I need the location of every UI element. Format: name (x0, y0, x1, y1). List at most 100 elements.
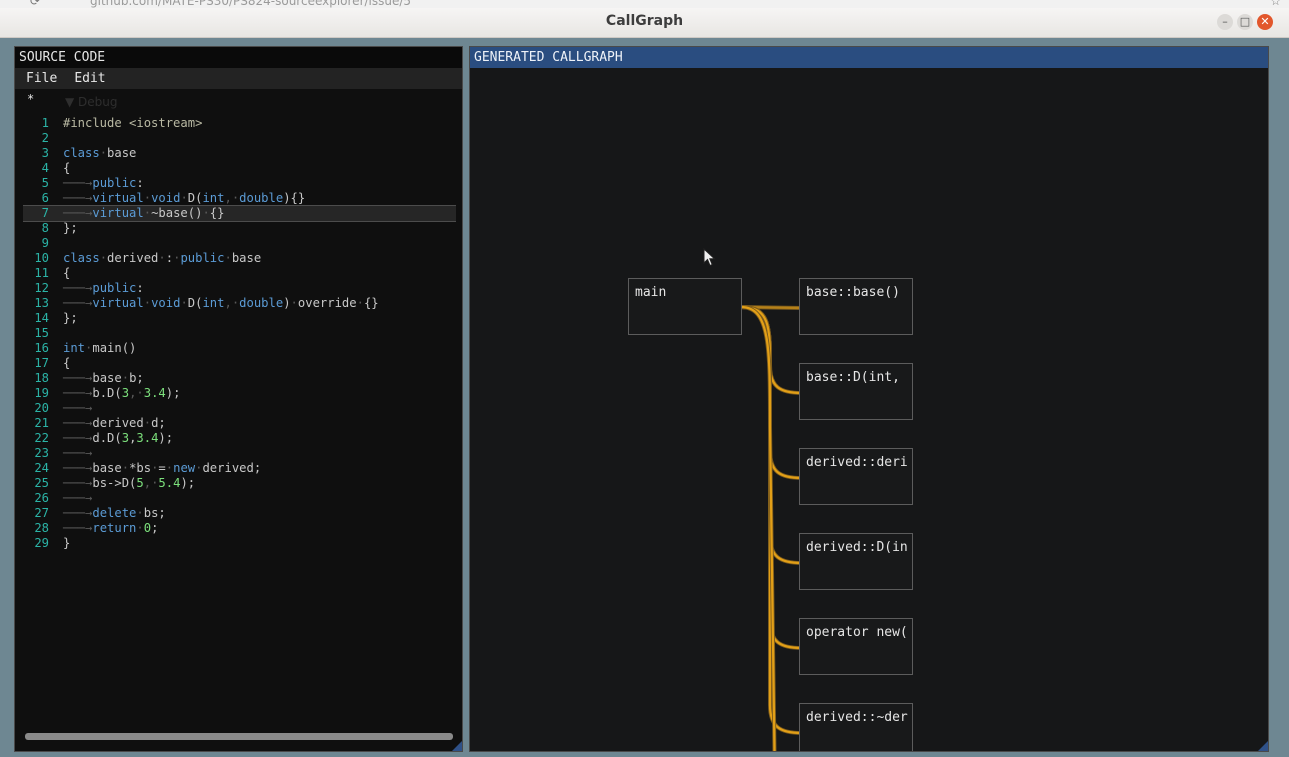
code-text: ───→b.D(3,·3.4); (63, 386, 181, 400)
line-number: 5 (41, 176, 49, 190)
menu-file[interactable]: File (20, 71, 63, 86)
code-line[interactable]: 24 ───→base·*bs·=·new·derived; (23, 461, 456, 476)
source-code-panel: SOURCE CODE File Edit * ▼ Debug 1 #include… (14, 46, 463, 752)
editor-tab-strip: * ▼ Debug (15, 89, 462, 111)
callgraph-node-main-label: main (635, 285, 667, 300)
code-text: #include <iostream> (63, 116, 203, 130)
code-text: ───→ (63, 401, 93, 415)
code-text: ───→delete·bs; (63, 506, 166, 520)
code-text: ───→virtual·void·D(int,·double){} (63, 191, 306, 205)
code-text: class·base (63, 146, 137, 160)
debug-window-ghost: ▼ Debug (65, 95, 118, 109)
code-line[interactable]: 16 int·main() (23, 341, 456, 356)
code-line[interactable]: 21 ───→derived·d; (23, 416, 456, 431)
line-number: 19 (34, 386, 49, 400)
code-line[interactable]: 26 ───→ (23, 491, 456, 506)
code-text: }; (63, 311, 78, 325)
window-title: CallGraph (605, 13, 684, 29)
code-line[interactable]: 29} (23, 536, 456, 551)
code-line[interactable]: 19 ───→b.D(3,·3.4); (23, 386, 456, 401)
maximize-button[interactable]: □ (1237, 14, 1253, 30)
line-number: 11 (34, 266, 49, 280)
line-number: 14 (34, 311, 49, 325)
line-number: 6 (41, 191, 49, 205)
code-text: class·derived·:·public·base (63, 251, 262, 265)
line-number: 15 (34, 326, 49, 340)
code-line[interactable]: 11 { (23, 266, 456, 281)
code-text: ───→bs->D(5,·5.4); (63, 476, 196, 490)
code-text: { (63, 266, 71, 280)
line-number: 7 (41, 206, 49, 220)
line-number: 13 (34, 296, 49, 310)
reload-icon: ⟳ (30, 0, 41, 8)
callgraph-node-label: derived::D(in (806, 540, 908, 555)
code-line[interactable]: 7 ───→virtual·~base()·{} (23, 205, 456, 222)
code-line[interactable]: 9 (23, 236, 456, 251)
code-line[interactable]: 27 ───→delete·bs; (23, 506, 456, 521)
code-line[interactable]: 25 ───→bs->D(5,·5.4); (23, 476, 456, 491)
callgraph-panel: GENERATED CALLGRAPH main base::base() base… (469, 46, 1269, 752)
code-line[interactable]: 13 ───→virtual·void·D(int,·double)·overri… (23, 296, 456, 311)
code-line[interactable]: 20 ───→ (23, 401, 456, 416)
code-text: ───→base·b; (63, 371, 144, 385)
callgraph-node-label: operator new( (806, 625, 908, 640)
line-number: 25 (34, 476, 49, 490)
code-text: ───→public: (63, 176, 144, 190)
source-panel-title: SOURCE CODE (15, 47, 462, 68)
code-line[interactable]: 14}; (23, 311, 456, 326)
line-number: 18 (34, 371, 49, 385)
code-line[interactable]: 2 (23, 131, 456, 146)
code-line[interactable]: 6 ───→virtual·void·D(int,·double){} (23, 191, 456, 206)
code-text: }; (63, 221, 78, 235)
callgraph-node-label: derived::~der (806, 710, 908, 725)
code-line[interactable]: 10 class·derived·:·public·base (23, 251, 456, 266)
line-number: 3 (41, 146, 49, 160)
mouse-cursor-icon (703, 248, 716, 267)
code-text: ───→d.D(3,3.4); (63, 431, 174, 445)
code-line[interactable]: 8}; (23, 221, 456, 236)
resize-grip-icon[interactable] (1258, 741, 1268, 751)
code-line[interactable]: 28 ───→return·0; (23, 521, 456, 536)
code-line[interactable]: 15 (23, 326, 456, 341)
line-number: 17 (34, 356, 49, 370)
code-line[interactable]: 3 class·base (23, 146, 456, 161)
close-button[interactable]: ✕ (1257, 14, 1273, 30)
browser-background-strip: ⟳ github.com/MATE-PS30/PS824-sourceexplo… (0, 0, 1289, 8)
line-number: 4 (41, 161, 49, 175)
callgraph-node-label: derived::deri (806, 455, 908, 470)
code-line[interactable]: 17 { (23, 356, 456, 371)
menu-bar: File Edit (15, 68, 462, 89)
code-text: ───→ (63, 446, 93, 460)
code-text: ───→ (63, 491, 93, 505)
browser-url-ghost: github.com/MATE-PS30/PS824-sourceexplore… (90, 0, 412, 8)
line-number: 8 (41, 221, 49, 235)
callgraph-canvas[interactable] (470, 47, 1269, 752)
code-text: ───→virtual·void·D(int,·double)·override… (63, 296, 379, 310)
editor-tab-modified[interactable]: * (27, 92, 34, 106)
code-line[interactable]: 12 ───→public: (23, 281, 456, 296)
horizontal-scrollbar[interactable] (25, 733, 453, 740)
code-editor[interactable]: 1 #include <iostream> 2 3 class·base 4{5 ───→p… (23, 116, 456, 736)
code-text: ───→derived·d; (63, 416, 166, 430)
code-line[interactable]: 23 ───→ (23, 446, 456, 461)
code-line[interactable]: 1 #include <iostream> (23, 116, 456, 131)
code-line[interactable]: 4{ (23, 161, 456, 176)
window-titlebar[interactable]: CallGraph – □ ✕ (0, 8, 1289, 38)
menu-edit[interactable]: Edit (68, 71, 111, 86)
line-number: 1 (41, 116, 49, 130)
code-text: ───→virtual·~base()·{} (63, 206, 225, 220)
minimize-button[interactable]: – (1217, 14, 1233, 30)
code-line[interactable]: 5 ───→public: (23, 176, 456, 191)
line-number: 21 (34, 416, 49, 430)
resize-grip-icon[interactable] (452, 741, 462, 751)
code-text: ───→public: (63, 281, 144, 295)
code-text: ───→return·0; (63, 521, 159, 535)
code-line[interactable]: 18 ───→base·b; (23, 371, 456, 386)
code-line[interactable]: 22 ───→d.D(3,3.4); (23, 431, 456, 446)
code-text: { (63, 356, 71, 370)
line-number: 24 (34, 461, 49, 475)
line-number: 10 (34, 251, 49, 265)
line-number: 16 (34, 341, 49, 355)
line-number: 27 (34, 506, 49, 520)
line-number: 28 (34, 521, 49, 535)
